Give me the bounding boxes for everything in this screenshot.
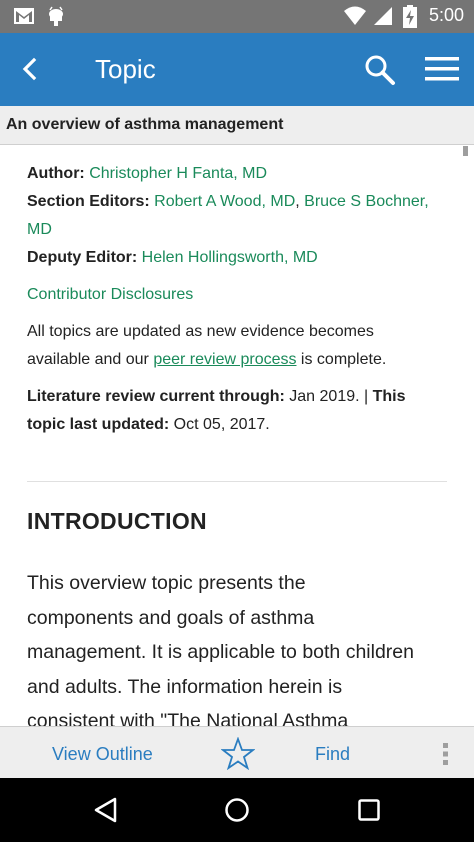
section-editors-label: Section Editors:	[27, 193, 150, 210]
nav-home-icon[interactable]	[224, 797, 250, 823]
nav-recents-icon[interactable]	[357, 798, 381, 822]
editor-separator: ,	[295, 193, 300, 210]
scrollbar-thumb[interactable]	[463, 146, 468, 156]
section-editors-row-cont: MD	[27, 216, 452, 244]
section-editor-link-1[interactable]: Robert A Wood, MD	[154, 193, 295, 210]
deputy-editor-row: Deputy Editor: Helen Hollingsworth, MD	[27, 244, 452, 272]
last-updated-value: Oct 05, 2017.	[169, 416, 270, 433]
deputy-editor-link[interactable]: Helen Hollingsworth, MD	[142, 249, 318, 266]
section-editors-row: Section Editors: Robert A Wood, MD, Bruc…	[27, 188, 452, 216]
nav-back-icon[interactable]	[93, 797, 119, 823]
back-arrow-icon[interactable]	[16, 55, 44, 83]
author-label: Author:	[27, 165, 85, 182]
topic-title: An overview of asthma management	[6, 116, 284, 133]
section-paragraph: This overview topic presents the compone…	[27, 566, 457, 739]
author-row: Author: Christopher H Fanta, MD	[27, 160, 452, 188]
topic-metadata: Author: Christopher H Fanta, MD Section …	[27, 160, 452, 439]
signal-icon	[374, 7, 392, 25]
update-note-pre: available and our	[27, 351, 154, 368]
update-note-line-2: available and our peer review process is…	[27, 346, 452, 374]
paragraph-line: and adults. The information herein is	[27, 675, 343, 698]
battery-charging-icon	[403, 5, 417, 28]
hamburger-menu-icon[interactable]	[423, 55, 461, 83]
status-time: 5:00	[428, 5, 464, 25]
author-link[interactable]: Christopher H Fanta, MD	[89, 165, 267, 182]
paragraph-line: management. It is applicable to both chi…	[27, 641, 414, 664]
wifi-icon	[344, 6, 366, 25]
last-updated-line: topic last updated: Oct 05, 2017.	[27, 411, 452, 439]
last-updated-label-part1: This	[372, 388, 406, 405]
navigation-bar	[0, 778, 474, 842]
section-editor-link-2[interactable]: Bruce S Bochner,	[304, 193, 429, 210]
find-button[interactable]: Find	[315, 744, 350, 765]
status-bar: 5:00	[0, 0, 474, 33]
app-bar: Topic	[0, 33, 474, 106]
literature-review-line: Literature review current through: Jan 2…	[27, 383, 452, 411]
update-note-line-1: All topics are updated as new evidence b…	[27, 323, 374, 340]
paragraph-line: components and goals of asthma	[27, 606, 315, 629]
last-updated-label-part2: topic last updated:	[27, 416, 170, 433]
gmail-icon	[14, 8, 34, 24]
section-divider	[27, 481, 447, 482]
page-title: Topic	[95, 54, 156, 84]
android-debug-icon	[49, 6, 63, 26]
topic-title-bar: An overview of asthma management	[0, 106, 474, 145]
literature-review-value: Jan 2019. |	[284, 388, 373, 405]
more-vert-icon[interactable]	[440, 741, 450, 767]
section-editor-link-2-cont[interactable]: MD	[27, 221, 52, 238]
section-heading: INTRODUCTION	[27, 508, 207, 534]
search-icon[interactable]	[364, 54, 396, 86]
view-outline-button[interactable]: View Outline	[52, 744, 153, 765]
contributor-disclosures-row: Contributor Disclosures	[27, 281, 452, 309]
update-note-post: is complete.	[296, 351, 387, 368]
paragraph-line: This overview topic presents the	[27, 572, 306, 594]
peer-review-link[interactable]: peer review process	[153, 351, 296, 368]
star-icon[interactable]	[221, 737, 255, 770]
contributor-disclosures-link[interactable]: Contributor Disclosures	[27, 286, 193, 303]
literature-review-label: Literature review current through:	[27, 388, 285, 405]
deputy-editor-label: Deputy Editor:	[27, 249, 138, 266]
bottom-action-bar: View Outline Find	[0, 726, 474, 779]
